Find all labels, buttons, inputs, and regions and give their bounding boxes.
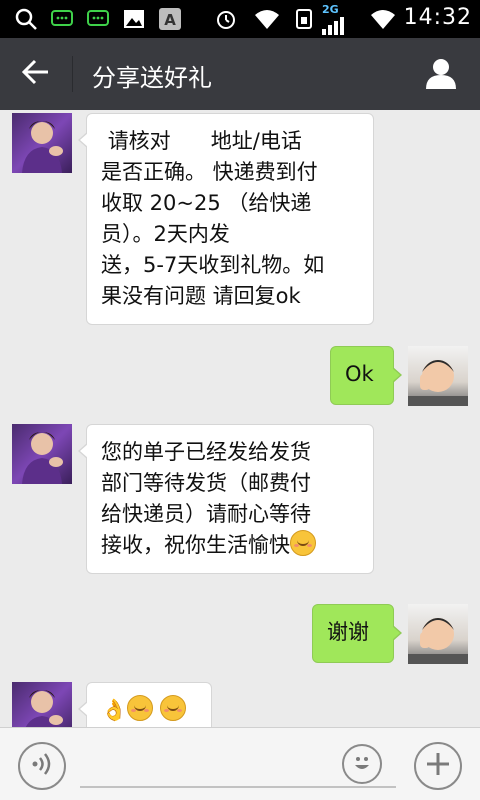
contact-avatar[interactable] (12, 113, 72, 173)
message-bubble-sent[interactable]: 谢谢 (312, 604, 402, 663)
message-list[interactable]: 请核对 地址/电话 是否正确。 快递费到付 收取 20~25 （给快递 员）。2… (0, 110, 480, 727)
message-text: 👌 (101, 698, 128, 722)
voice-button[interactable] (18, 742, 66, 790)
input-bar (0, 727, 480, 800)
contact-avatar[interactable] (12, 682, 72, 727)
message-bubble-received[interactable]: 您的单子已经发给发货 部门等待发货（邮费付 给快递员）请耐心等待 接收，祝你生活… (78, 424, 374, 574)
smile-emoji-icon (127, 695, 154, 721)
arrow-left-icon (21, 59, 50, 89)
message-bubble-sent[interactable]: Ok (330, 346, 402, 405)
chat-icon (50, 7, 74, 31)
svg-text:A: A (164, 11, 176, 29)
header-divider (72, 56, 73, 92)
sim-icon (294, 7, 314, 31)
chat-icon (86, 7, 110, 31)
wifi-icon (254, 7, 280, 31)
my-avatar[interactable] (408, 604, 468, 664)
wifi-icon (370, 7, 396, 31)
message-bubble-received[interactable]: 请核对 地址/电话 是否正确。 快递费到付 收取 20~25 （给快递 员）。2… (78, 113, 374, 325)
back-button[interactable] (14, 56, 58, 92)
message-text: Ok (345, 362, 374, 386)
voice-icon (29, 751, 55, 781)
my-avatar[interactable] (408, 346, 468, 406)
signal-icon (322, 14, 348, 38)
emoji-button[interactable] (342, 744, 382, 784)
message-text: 谢谢 (327, 620, 369, 644)
image-icon (122, 7, 146, 31)
chat-info-button[interactable] (420, 54, 462, 96)
search-icon (14, 7, 38, 31)
font-icon: A (158, 7, 182, 31)
person-icon (424, 56, 458, 94)
more-options-button[interactable] (414, 742, 462, 790)
alarm-icon (214, 7, 238, 31)
contact-avatar[interactable] (12, 424, 72, 484)
message-text: 请核对 地址/电话 是否正确。 快递费到付 收取 20~25 （给快递 员）。2… (101, 129, 325, 308)
message-text: 您的单子已经发给发货 部门等待发货（邮费付 给快递员）请耐心等待 接收，祝你生活… (101, 440, 311, 557)
chat-header: 分享送好礼 (0, 38, 480, 110)
chat-title: 分享送好礼 (92, 64, 212, 92)
smile-emoji-icon (290, 530, 316, 556)
smile-emoji-icon (159, 695, 186, 721)
clock-time: 14:32 (403, 5, 472, 30)
message-bubble-received[interactable]: 👌 (78, 682, 212, 727)
emoji-icon (348, 748, 376, 780)
status-bar: A 2G 14:32 (0, 0, 480, 38)
plus-icon (424, 750, 452, 782)
